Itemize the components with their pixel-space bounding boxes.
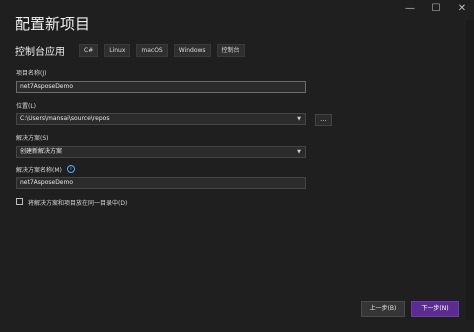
same-directory-label[interactable]: 将解决方案和项目放在同一目录中(D) (28, 198, 127, 207)
solution-value: 创建新解决方案 (20, 148, 63, 155)
info-icon[interactable]: i (67, 165, 75, 173)
solution-dropdown[interactable]: 创建新解决方案 ▼ (16, 146, 306, 158)
location-value: C:\Users\mansai\source\repos (20, 115, 110, 122)
project-name-label: 项目名称(J) (16, 70, 47, 77)
location-label: 位置(L) (16, 103, 37, 110)
maximize-icon[interactable]: ☐ (430, 3, 442, 15)
solution-name-label: 解决方案名称(M) (16, 167, 62, 174)
window-controls: — ☐ ✕ (404, 3, 468, 15)
tag-console: 控制台 (216, 44, 245, 57)
chevron-down-icon[interactable]: ▼ (297, 147, 301, 157)
scrollbar[interactable] (466, 20, 474, 320)
same-directory-checkbox[interactable] (16, 198, 23, 205)
solution-name-input[interactable]: net7AsposeDemo (16, 177, 306, 189)
solution-label: 解决方案(S) (16, 135, 49, 142)
tag-windows: Windows (173, 44, 211, 57)
location-combobox[interactable]: C:\Users\mansai\source\repos ▼ (16, 113, 306, 125)
page-title: 配置新项目 (15, 15, 91, 33)
template-header: 控制台应用 C# Linux macOS Windows 控制台 (15, 43, 245, 58)
tag-macos: macOS (136, 44, 168, 57)
browse-button[interactable]: ... (315, 114, 332, 126)
tag-linux: Linux (104, 44, 131, 57)
close-icon[interactable]: ✕ (456, 3, 468, 15)
next-button[interactable]: 下一步(N) (411, 301, 459, 317)
tag-csharp: C# (79, 44, 99, 57)
project-name-value: net7AsposeDemo (20, 83, 74, 90)
minimize-icon[interactable]: — (404, 3, 416, 15)
template-name: 控制台应用 (15, 47, 65, 58)
back-button[interactable]: 上一步(B) (361, 301, 405, 317)
solution-name-value: net7AsposeDemo (20, 179, 74, 186)
project-name-input[interactable]: net7AsposeDemo (16, 81, 306, 93)
chevron-down-icon[interactable]: ▼ (297, 114, 301, 124)
